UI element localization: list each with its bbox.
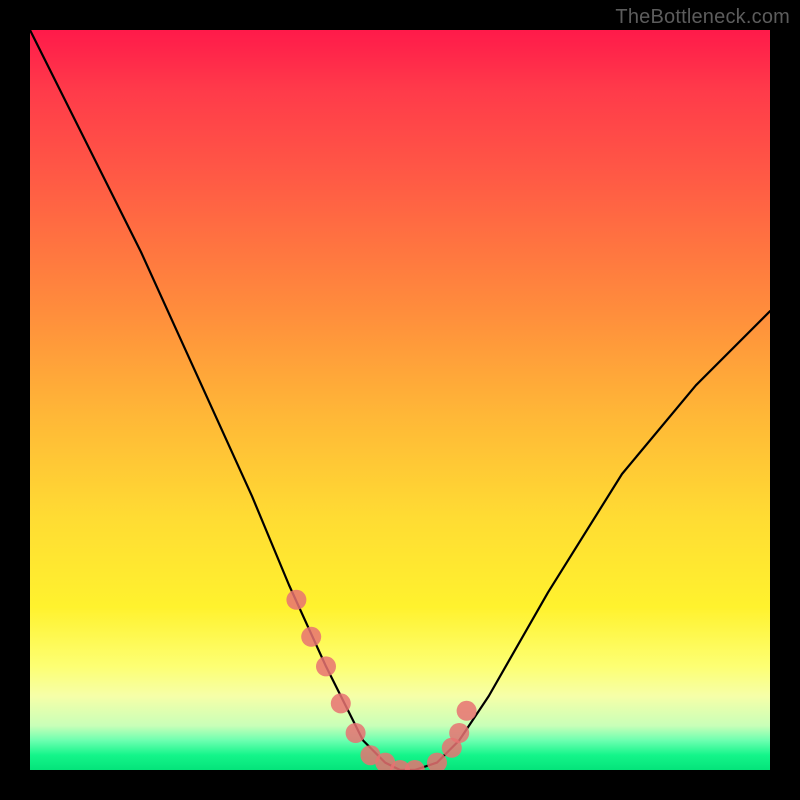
curve-path (30, 30, 770, 770)
chart-svg (30, 30, 770, 770)
chart-frame: TheBottleneck.com (0, 0, 800, 800)
bottleneck-curve (30, 30, 770, 770)
marker-dot (449, 723, 469, 743)
marker-dot (286, 590, 306, 610)
marker-dot (301, 627, 321, 647)
plot-area (30, 30, 770, 770)
marker-dot (457, 701, 477, 721)
marker-dot (346, 723, 366, 743)
marker-dot (405, 760, 425, 770)
watermark-text: TheBottleneck.com (615, 6, 790, 29)
marker-dot (331, 693, 351, 713)
marker-dot (316, 656, 336, 676)
highlight-markers (286, 590, 476, 770)
